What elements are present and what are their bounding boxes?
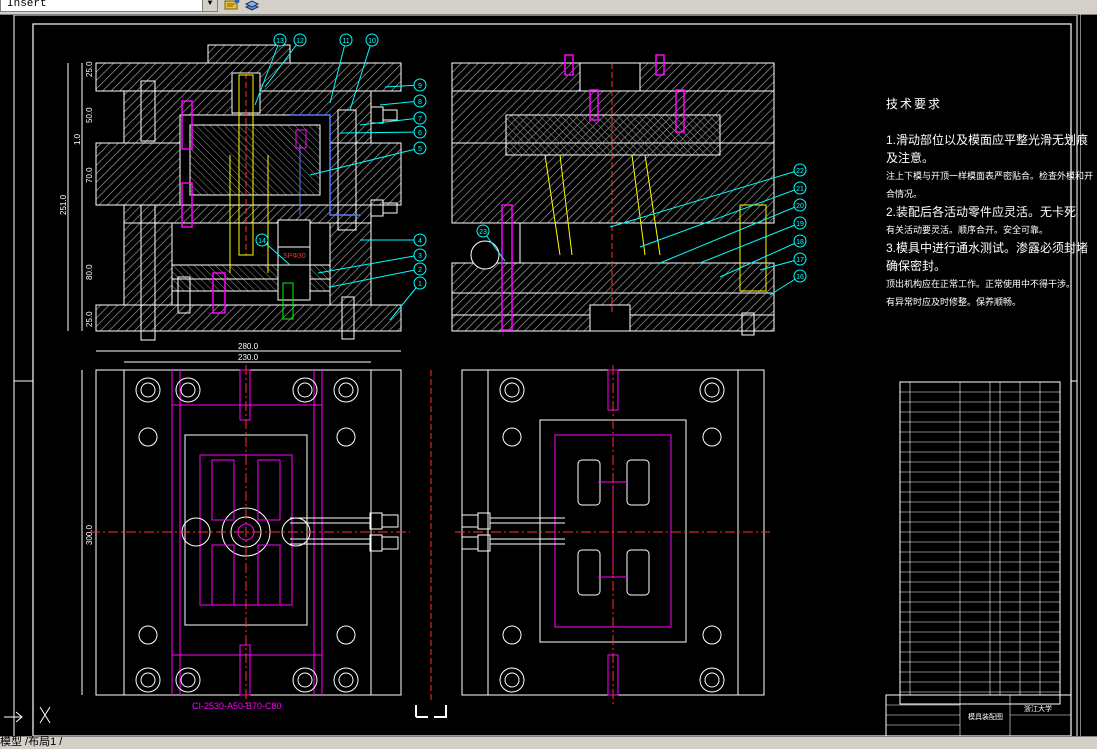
plan-view-left: 280.0 230.0 300.0 CI-2530-A50-B70-C80 (81, 342, 410, 711)
tech-req-line: 3.模具中进行通水测试。渗露必须封堵确保密封。 (886, 241, 1089, 273)
balloon-label: 1 (418, 281, 422, 288)
dimension-left (67, 63, 83, 331)
balloon-label: 18 (796, 239, 804, 246)
toolbar: Insert ▼ (0, 0, 1097, 15)
dim-label: 251.0 (59, 194, 68, 215)
layer-stack-icon[interactable] (244, 0, 260, 12)
dim-label: 1.0 (73, 133, 82, 145)
balloon-label: 12 (296, 38, 304, 45)
mold-base-code: CI-2530-A50-B70-C80 (192, 701, 282, 711)
title-block-org: 浙江大学 (1024, 704, 1052, 713)
layer-dropdown-value: Insert (7, 0, 47, 10)
balloon-label: 10 (368, 38, 376, 45)
sprue-label: SPΦ30 (283, 253, 306, 260)
vertical-scrollbar[interactable] (1080, 14, 1097, 736)
balloon-label: 2 (418, 267, 422, 274)
balloon-label: 4 (418, 238, 422, 245)
section-view-right (451, 54, 775, 336)
balloon-label: 7 (418, 116, 422, 123)
balloon-label: 8 (418, 99, 422, 106)
balloon-label: 21 (796, 186, 804, 193)
tech-req-line: 顶出机构应在正常工作。正常使用中不得干涉。 (886, 279, 1076, 289)
balloon-label: 5 (418, 146, 422, 153)
layout-tabs[interactable]: 模型 /布局1 / (0, 736, 62, 749)
section-view-left: SPΦ30 (95, 44, 402, 341)
layer-state-icon[interactable] (224, 0, 240, 12)
dim-label: 300.0 (85, 524, 94, 545)
balloon-label: 16 (796, 274, 804, 281)
balloon-label: 22 (796, 168, 804, 175)
balloon-label: 20 (796, 203, 804, 210)
tech-req-title: 技术要求 (886, 97, 943, 111)
parts-list-table: 模具装配图 浙江大学 (885, 381, 1072, 736)
layer-dropdown[interactable]: Insert ▼ (0, 0, 218, 12)
technical-requirements: 技术要求 1.滑动部位以及模面应平整光滑无划痕及注意。 注上下模与开顶一样模面表… (886, 95, 1097, 311)
balloon-label: 19 (796, 221, 804, 228)
balloon-label: 6 (418, 130, 422, 137)
balloon-label: 9 (418, 83, 422, 90)
tech-req-line: 1.滑动部位以及模面应平整光滑无划痕及注意。 (886, 133, 1089, 165)
balloon-label: 17 (796, 257, 804, 264)
balloon-label: 11 (342, 38, 349, 45)
dim-label: 25.0 (85, 61, 94, 77)
dim-label: 70.0 (85, 167, 94, 183)
dim-label: 50.0 (85, 107, 94, 123)
tech-req-line: 注上下模与开顶一样模面表严密贴合。检查外模和开合情况。 (886, 171, 1094, 199)
layout-tab-bar: 模型 /布局1 / (0, 736, 1097, 749)
dim-label: 25.0 (85, 311, 94, 327)
plan-view-right (455, 365, 770, 705)
dim-label: 230.0 (238, 353, 259, 362)
ucs-icon (4, 706, 51, 724)
dim-label: 280.0 (238, 342, 259, 351)
balloon-label: 14 (258, 238, 266, 245)
balloon-label: 3 (418, 253, 422, 260)
projection-symbol (415, 705, 447, 718)
tech-req-line: 2.装配后各活动零件应灵活。无卡死 (886, 205, 1077, 219)
tech-req-line: 有关活动要灵活。顺序合开。安全可靠。 (886, 225, 1049, 235)
balloon-label: 13 (276, 38, 284, 45)
chevron-down-icon[interactable]: ▼ (202, 0, 217, 11)
balloon-label: 23 (479, 229, 487, 236)
dim-label: 80.0 (85, 264, 94, 280)
tech-req-line: 有异常时应及时修整。保养顺畅。 (886, 297, 1022, 307)
dimension-labels-left: 25.0 50.0 1.0 70.0 251.0 80.0 25.0 (59, 61, 94, 327)
title-block-name: 模具装配图 (968, 712, 1003, 721)
